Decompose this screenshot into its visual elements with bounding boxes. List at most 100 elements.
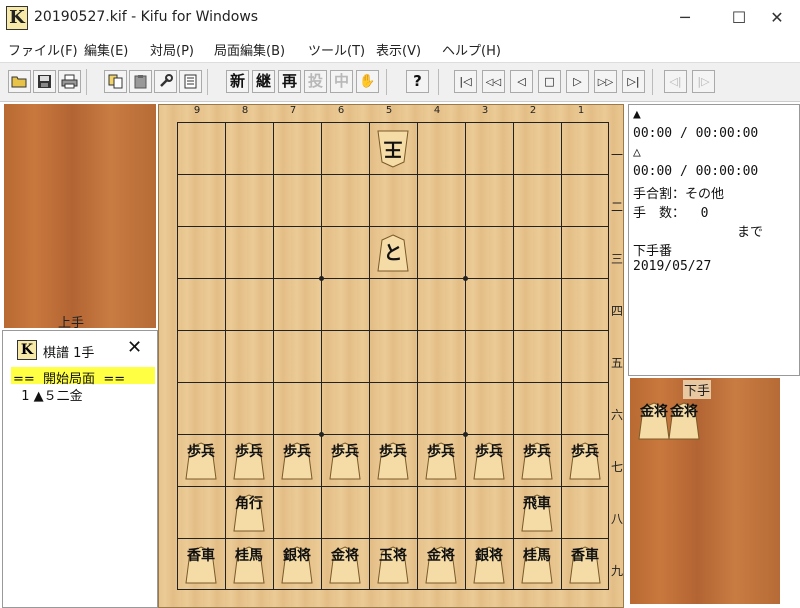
board-piece[interactable]: 玉将 <box>377 546 409 584</box>
back-10-button[interactable]: ◁◁ <box>482 70 505 93</box>
minimize-button[interactable]: ─ <box>662 0 708 36</box>
branch-forward-button[interactable]: |▷ <box>692 70 715 93</box>
board-piece[interactable]: 歩兵 <box>281 442 313 480</box>
board-piece[interactable]: 桂馬 <box>521 546 553 584</box>
board-piece[interactable]: 桂馬 <box>233 546 265 584</box>
grid-line <box>177 174 609 175</box>
menu-tools[interactable]: ツール(T) <box>308 40 365 59</box>
menu-help[interactable]: ヘルプ(H) <box>442 40 501 59</box>
file-label: 1 <box>577 105 585 116</box>
board-piece[interactable]: 歩兵 <box>569 442 601 480</box>
menu-game[interactable]: 対局(P) <box>150 40 194 59</box>
board-piece[interactable]: 角行 <box>233 494 265 532</box>
window-title: 20190527.kif - Kifu for Windows <box>34 9 259 25</box>
hand-piece[interactable]: 金将 <box>668 402 700 440</box>
board-piece-label: 香車 <box>187 548 215 564</box>
forward-1-button[interactable]: ▷ <box>566 70 589 93</box>
board-piece[interactable]: 歩兵 <box>185 442 217 480</box>
grid-line <box>608 122 609 590</box>
board-piece[interactable]: 金将 <box>329 546 361 584</box>
last-move-icon: ▷| <box>627 75 640 88</box>
open-button[interactable] <box>8 70 31 93</box>
hand-piece-label: 金将 <box>640 404 668 420</box>
board-piece[interactable]: と <box>377 234 409 272</box>
gote-mark: △ <box>633 145 641 160</box>
rewind-icon: ◁◁ <box>485 77 502 88</box>
settings-button[interactable] <box>154 70 177 93</box>
rank-label: 四 <box>610 304 623 318</box>
board-piece[interactable]: 香車 <box>569 546 601 584</box>
star-point <box>319 276 324 281</box>
kifu-row-move[interactable]: 1 ▲５二金 <box>13 385 82 404</box>
rank-label: 八 <box>610 512 623 526</box>
print-button[interactable] <box>58 70 81 93</box>
toolbar-separator <box>438 69 439 95</box>
file-label: 8 <box>241 105 249 116</box>
continue-game-button[interactable]: 継 <box>252 70 275 93</box>
menu-edit[interactable]: 編集(E) <box>84 40 128 59</box>
board-piece[interactable]: 銀将 <box>281 546 313 584</box>
first-move-button[interactable]: |◁ <box>454 70 477 93</box>
board-piece-label: 歩兵 <box>523 444 551 460</box>
kifu-close-button[interactable]: ✕ <box>127 337 142 358</box>
file-label: 6 <box>337 105 345 116</box>
board-piece[interactable]: 香車 <box>185 546 217 584</box>
file-label: 3 <box>481 105 489 116</box>
grid-line <box>225 122 226 590</box>
hand-piece-label: 金将 <box>670 404 698 420</box>
grid-line <box>177 589 609 590</box>
close-button[interactable]: ✕ <box>754 0 800 36</box>
gote-time: 00:00 / 00:00:00 <box>633 164 759 179</box>
board-piece[interactable]: 銀将 <box>473 546 505 584</box>
board-piece[interactable]: 金将 <box>425 546 457 584</box>
board-piece-label: 玉将 <box>379 548 407 564</box>
replay-button[interactable]: 再 <box>278 70 301 93</box>
board-piece[interactable]: 王 <box>377 130 409 168</box>
list-button[interactable] <box>179 70 202 93</box>
paste-button[interactable] <box>129 70 152 93</box>
board-piece-label: 金将 <box>427 548 455 564</box>
back-1-button[interactable]: ◁ <box>510 70 533 93</box>
rank-label: 七 <box>610 460 623 474</box>
board-piece[interactable]: 歩兵 <box>377 442 409 480</box>
grid-line <box>417 122 418 590</box>
board-piece[interactable]: 歩兵 <box>521 442 553 480</box>
board-piece[interactable]: 歩兵 <box>473 442 505 480</box>
board-piece-label: 桂馬 <box>235 548 263 564</box>
star-point <box>463 432 468 437</box>
stop-button[interactable]: □ <box>538 70 561 93</box>
grid-line <box>177 538 609 539</box>
hand-button[interactable]: ✋ <box>356 70 379 93</box>
gote-piece-stand[interactable] <box>4 104 156 328</box>
board-piece[interactable]: 歩兵 <box>233 442 265 480</box>
sente-mark: ▲ <box>633 107 641 122</box>
last-move-button[interactable]: ▷| <box>622 70 645 93</box>
new-game-button[interactable]: 新 <box>226 70 249 93</box>
copy-button[interactable] <box>104 70 127 93</box>
sente-piece-stand[interactable]: 金将 金将 <box>630 378 780 604</box>
branch-back-button[interactable]: ◁| <box>664 70 687 93</box>
grid-line <box>177 486 609 487</box>
help-button[interactable]: ? <box>406 70 429 93</box>
board-piece-label: 歩兵 <box>475 444 503 460</box>
file-label: 2 <box>529 105 537 116</box>
board-piece[interactable]: 飛車 <box>521 494 553 532</box>
back-icon: ◁ <box>517 75 526 88</box>
shogi-board[interactable]: 9 8 7 6 5 4 3 2 1 一 二 三 四 五 六 七 八 九 王 と … <box>158 104 624 608</box>
hand-piece[interactable]: 金将 <box>638 402 670 440</box>
board-piece[interactable]: 歩兵 <box>329 442 361 480</box>
rank-label: 一 <box>610 148 623 162</box>
toolbar-separator <box>386 69 387 95</box>
grid-line <box>273 122 274 590</box>
save-button[interactable] <box>33 70 56 93</box>
file-label: 9 <box>193 105 201 116</box>
menu-position-edit[interactable]: 局面編集(B) <box>214 40 285 59</box>
grid-line <box>177 434 609 435</box>
rank-label: 五 <box>610 356 623 370</box>
interrupt-button[interactable]: 中 <box>330 70 353 93</box>
forward-10-button[interactable]: ▷▷ <box>594 70 617 93</box>
resign-button[interactable]: 投 <box>304 70 327 93</box>
menu-file[interactable]: ファイル(F) <box>8 40 78 59</box>
board-piece[interactable]: 歩兵 <box>425 442 457 480</box>
menu-view[interactable]: 表示(V) <box>376 40 421 59</box>
